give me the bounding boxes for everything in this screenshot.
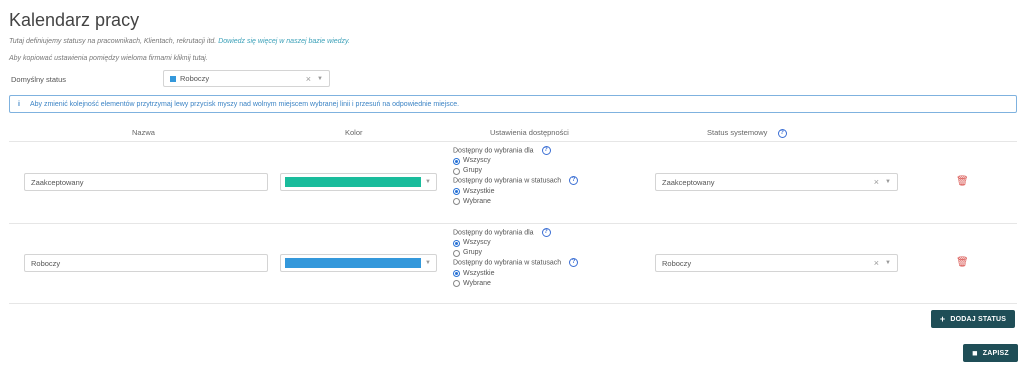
column-header-name: Nazwa <box>132 128 155 137</box>
color-swatch <box>285 258 421 268</box>
knowledge-base-link[interactable]: Dowiedz się więcej w naszej bazie wiedzy… <box>218 38 350 45</box>
info-icon: i <box>18 100 20 108</box>
save-button[interactable]: ■ ZAPISZ <box>963 344 1018 362</box>
copy-settings-link[interactable]: Aby kopiować ustawienia pomiędzy wieloma… <box>9 55 208 62</box>
column-header-color: Kolor <box>345 128 363 137</box>
radio-unchecked-icon <box>453 249 460 257</box>
radio-checked-icon <box>453 157 460 165</box>
page-description: Tutaj definiujemy statusy na pracownikac… <box>9 38 350 45</box>
availability-statuses-label: Dostępny do wybrania w statusach ? <box>453 176 613 186</box>
chevron-down-icon: ▼ <box>885 260 891 266</box>
column-header-availability: Ustawienia dostępności <box>490 128 569 137</box>
clear-icon[interactable]: × <box>874 258 879 268</box>
chevron-down-icon: ▼ <box>425 260 431 266</box>
default-status-value: Roboczy <box>180 74 210 83</box>
delete-icon[interactable]: 🗑 <box>956 176 969 187</box>
radio-selected-statuses[interactable]: Wybrane <box>453 197 613 207</box>
save-label: ZAPISZ <box>982 349 1009 357</box>
radio-unchecked-icon <box>453 167 460 175</box>
radio-all-statuses[interactable]: Wszystkie <box>453 269 613 279</box>
chevron-down-icon: ▼ <box>317 75 323 82</box>
radio-checked-icon <box>453 270 460 278</box>
default-status-select[interactable]: Roboczy × ▼ <box>163 70 330 87</box>
color-picker[interactable]: ▼ <box>280 173 437 191</box>
info-banner: i Aby zmienić kolejność elementów przytr… <box>9 95 1017 113</box>
description-text: Tutaj definiujemy statusy na pracownikac… <box>9 38 217 45</box>
status-color-swatch <box>170 75 176 82</box>
plus-icon: + <box>939 314 946 324</box>
column-header-system-status: Status systemowy ? <box>707 128 787 138</box>
add-status-button[interactable]: + DODAJ STATUS <box>931 310 1015 328</box>
radio-all[interactable]: Wszyscy <box>453 156 613 166</box>
floppy-disk-icon: ■ <box>972 348 978 358</box>
clear-icon[interactable]: × <box>306 74 311 84</box>
system-status-select[interactable]: Roboczy × ▼ <box>655 254 898 272</box>
column-header-system-status-label: Status systemowy <box>707 128 768 137</box>
color-swatch <box>285 177 421 187</box>
availability-settings: Dostępny do wybrania dla ? Wszyscy Grupy… <box>453 146 613 207</box>
radio-groups[interactable]: Grupy <box>453 166 613 176</box>
clear-icon[interactable]: × <box>874 177 879 187</box>
radio-groups[interactable]: Grupy <box>453 248 613 258</box>
help-icon[interactable]: ? <box>541 146 551 155</box>
availability-for-label: Dostępny do wybrania dla ? <box>453 146 613 156</box>
availability-for-label: Dostępny do wybrania dla ? <box>453 228 613 238</box>
availability-settings: Dostępny do wybrania dla ? Wszyscy Grupy… <box>453 228 613 289</box>
availability-statuses-label: Dostępny do wybrania w statusach ? <box>453 258 613 268</box>
chevron-down-icon: ▼ <box>425 179 431 185</box>
system-status-value: Zaakceptowany <box>662 177 715 187</box>
default-status-label: Domyślny status <box>11 75 67 84</box>
radio-checked-icon <box>453 239 460 247</box>
radio-checked-icon <box>453 188 460 196</box>
help-icon[interactable]: ? <box>569 176 579 186</box>
chevron-down-icon: ▼ <box>885 179 891 185</box>
divider <box>9 141 1017 142</box>
info-banner-text: Aby zmienić kolejność elementów przytrzy… <box>29 100 460 108</box>
radio-unchecked-icon <box>453 198 460 206</box>
system-status-select[interactable]: Zaakceptowany × ▼ <box>655 173 898 191</box>
add-status-label: DODAJ STATUS <box>950 315 1007 323</box>
color-picker[interactable]: ▼ <box>280 254 437 272</box>
help-icon[interactable]: ? <box>541 228 551 237</box>
radio-selected-statuses[interactable]: Wybrane <box>453 279 613 289</box>
system-status-value: Roboczy <box>662 258 692 268</box>
help-icon[interactable]: ? <box>569 258 579 268</box>
radio-all[interactable]: Wszyscy <box>453 238 613 248</box>
delete-icon[interactable]: 🗑 <box>956 257 969 268</box>
radio-all-statuses[interactable]: Wszystkie <box>453 187 613 197</box>
help-icon[interactable]: ? <box>777 128 787 138</box>
divider <box>9 303 1017 304</box>
radio-unchecked-icon <box>453 280 460 288</box>
status-name-input[interactable]: Roboczy <box>24 254 268 272</box>
page-title: Kalendarz pracy <box>9 10 140 30</box>
status-name-input[interactable]: Zaakceptowany <box>24 173 268 191</box>
divider <box>9 223 1017 224</box>
